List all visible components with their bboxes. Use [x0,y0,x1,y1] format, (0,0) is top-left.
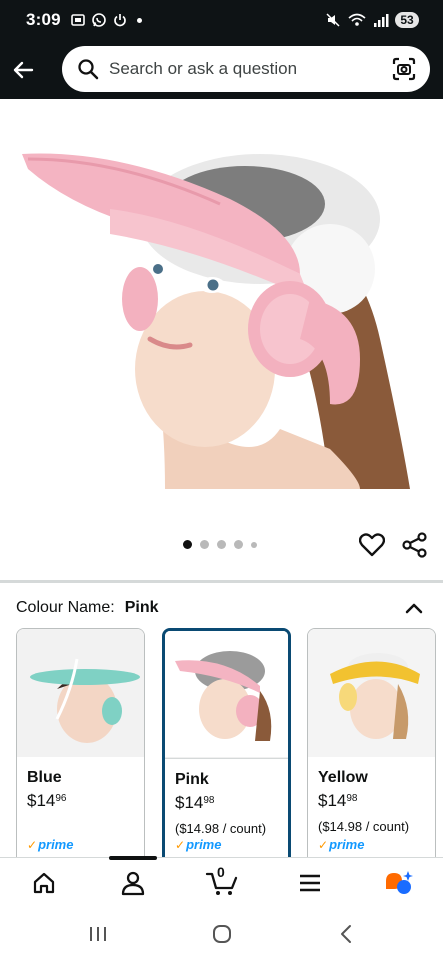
chevron-up-icon [405,603,423,614]
prime-badge: ✓ prime [318,837,365,852]
swatch-price: $1496 [27,791,67,810]
arrow-left-icon [13,61,34,78]
back-icon [341,925,351,943]
swatch-blue[interactable]: Blue $1496 ✓ prime [16,628,145,858]
screenshot-icon [71,14,85,26]
status-bar: 3:09 53 [0,0,443,40]
mute-icon [326,13,340,27]
heart-icon [359,533,385,557]
swatch-price: $1498 [175,793,215,812]
account-icon [121,871,145,896]
carousel-dots[interactable] [183,540,257,549]
carousel-dot[interactable] [183,540,192,549]
home-circle-icon [213,925,231,943]
prime-badge: ✓ prime [27,837,74,852]
system-home-button[interactable] [207,921,237,947]
carousel-dot[interactable] [251,541,257,548]
bottom-nav: 0 [0,856,443,909]
camera-search-button[interactable] [390,55,418,83]
share-icon [402,532,427,558]
nav-rufus[interactable] [382,866,416,900]
swatch-image [17,629,144,757]
swatch-name: Yellow [318,769,368,786]
recents-icon [90,927,106,941]
carousel-dot[interactable] [234,540,243,549]
swatch-unit-price: ($14.98 / count) [318,819,410,834]
back-button[interactable] [0,47,46,93]
prime-badge: ✓ prime [175,837,222,852]
power-icon [114,14,126,27]
recents-button[interactable] [83,921,113,947]
system-back-button[interactable] [331,921,361,947]
whatsapp-icon [92,13,106,27]
active-tab-indicator [109,856,157,860]
search-header: Search or ask a question [0,40,443,99]
colour-header[interactable]: Colour Name: Pink [16,596,426,620]
section-divider [0,580,443,583]
notification-dot [136,17,142,23]
search-icon [78,59,99,80]
colour-label: Colour Name: [16,599,115,616]
battery-level: 53 [395,12,419,28]
carousel-dot[interactable] [217,540,226,549]
product-photo [22,153,410,489]
swatch-image [165,631,288,759]
signal-icon [374,14,389,27]
home-icon [33,872,55,894]
camera-icon [392,57,416,81]
rufus-icon [386,871,413,894]
swatch-price: $1498 [318,791,358,810]
swatch-yellow[interactable]: Yellow $1498 ($14.98 / count) ✓ prime [307,628,436,858]
swatch-name: Pink [175,771,209,788]
product-image[interactable] [0,99,443,527]
menu-icon [300,874,320,892]
wishlist-button[interactable] [358,531,386,559]
swatch-image [308,629,435,757]
nav-cart[interactable]: 0 [203,864,241,900]
search-placeholder: Search or ask a question [109,59,298,78]
colour-selected: Pink [124,599,159,616]
swatch-unit-price: ($14.98 / count) [175,821,267,836]
nav-account[interactable] [116,866,150,900]
swatch-pink[interactable]: Pink $1498 ($14.98 / count) ✓ prime [162,628,291,858]
status-time: 3:09 [26,10,61,29]
nav-home[interactable] [27,866,61,900]
collapse-button[interactable] [402,596,426,620]
swatch-name: Blue [27,769,62,786]
nav-menu[interactable] [293,866,327,900]
wifi-icon [348,13,366,26]
search-input[interactable]: Search or ask a question [62,46,430,92]
cart-count: 0 [217,864,225,880]
share-button[interactable] [401,531,429,559]
carousel-dot[interactable] [200,540,209,549]
colour-swatches: Blue $1496 ✓ prime Pink $1498 ($14.98 / c… [16,628,443,858]
system-nav [0,909,443,960]
